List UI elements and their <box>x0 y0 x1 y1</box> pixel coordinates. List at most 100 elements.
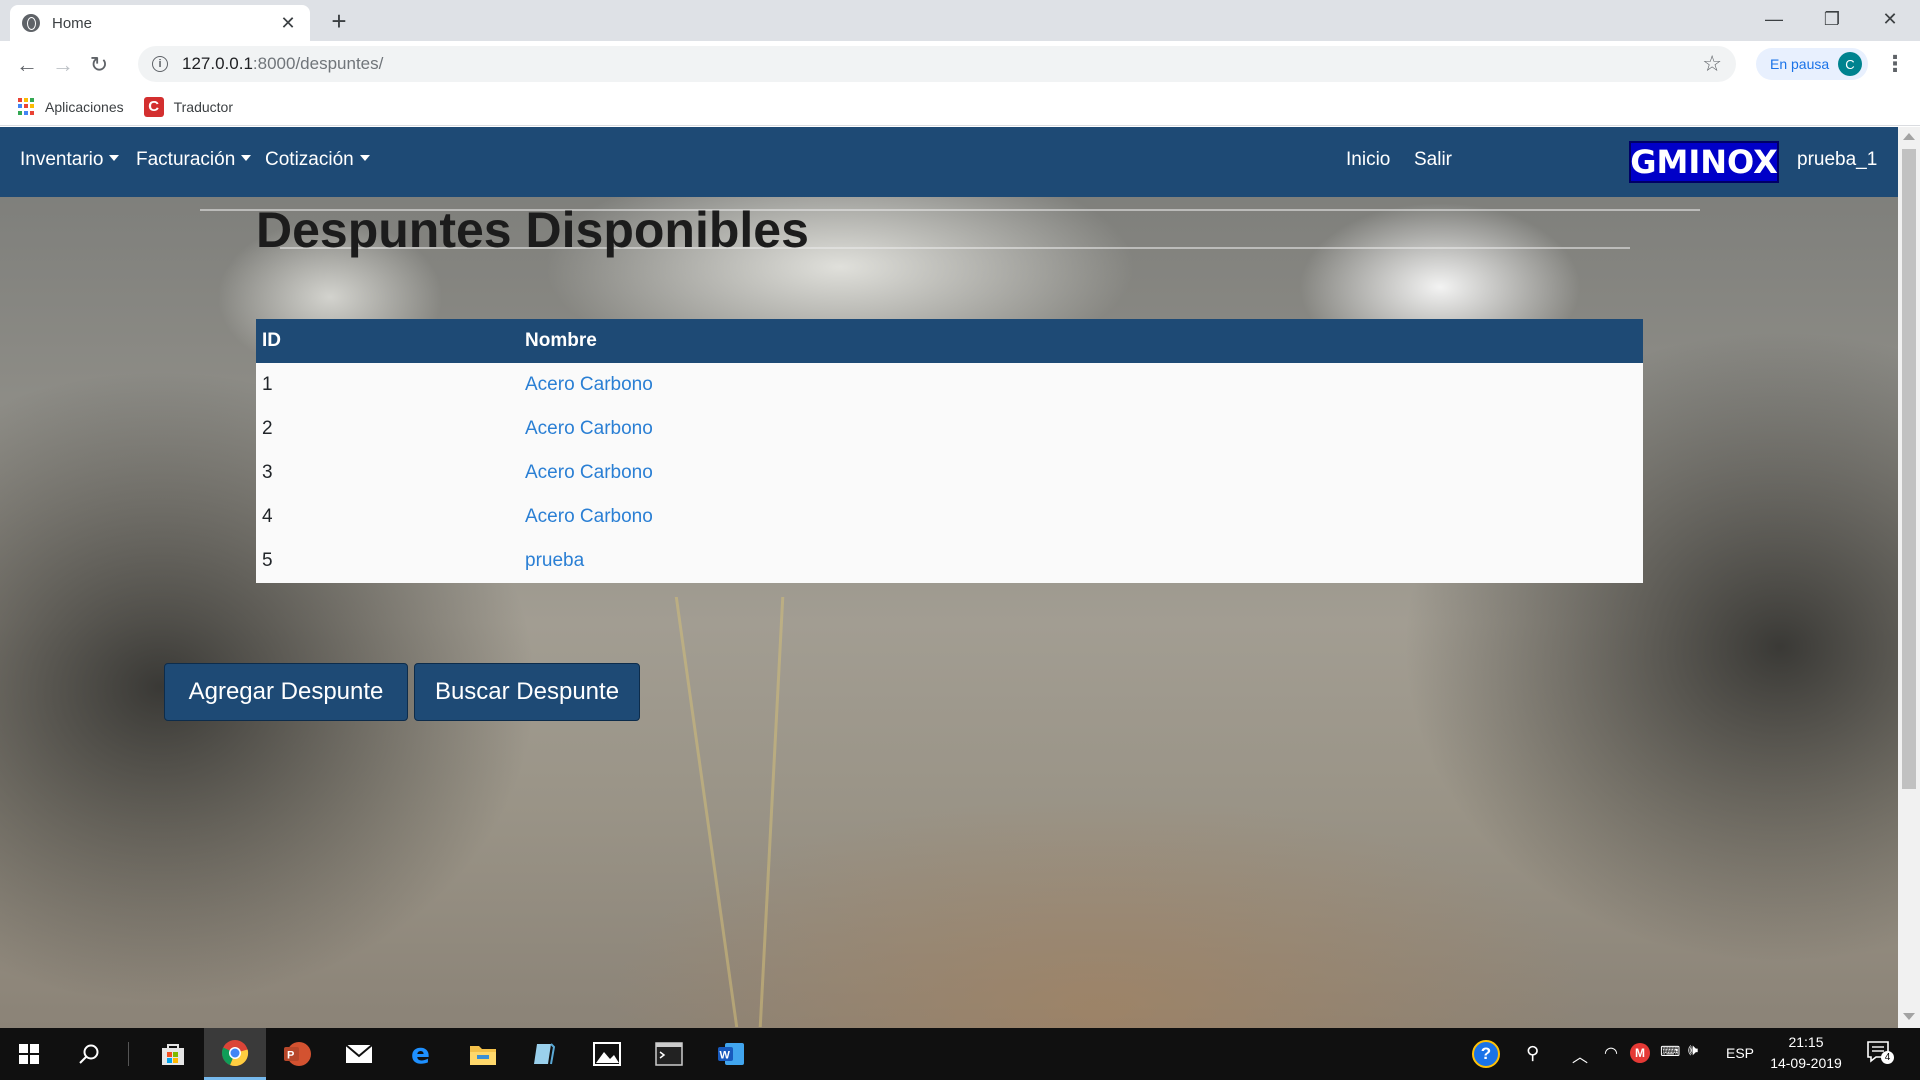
taskbar-chrome[interactable] <box>204 1028 266 1080</box>
forward-arrow-icon[interactable]: → <box>45 47 81 83</box>
taskbar-mail[interactable] <box>328 1028 390 1080</box>
despunte-link[interactable]: Acero Carbono <box>525 374 653 395</box>
menu-inventario[interactable]: Inventario <box>20 149 120 171</box>
input-method-icon[interactable]: ⌨ <box>1660 1043 1680 1060</box>
username-label[interactable]: prueba_1 <box>1797 149 1877 171</box>
browser-tabstrip: Home ✕ + — ❐ ✕ <box>0 0 1920 41</box>
search-taskbar-button[interactable] <box>58 1028 120 1080</box>
clock-time[interactable]: 21:15 <box>1766 1034 1846 1050</box>
volume-icon[interactable]: 🕪 <box>1688 1042 1698 1060</box>
wifi-icon[interactable]: ◠ <box>1604 1043 1618 1063</box>
taskbar-store[interactable] <box>142 1028 204 1080</box>
photos-icon <box>593 1042 621 1066</box>
taskbar-file-explorer[interactable] <box>452 1028 514 1080</box>
cell-nombre: Acero Carbono <box>519 451 1643 495</box>
cell-id: 3 <box>262 462 273 483</box>
bookmark-traductor[interactable]: C Traductor <box>143 96 233 117</box>
globe-icon <box>22 14 40 32</box>
bookmark-label: Traductor <box>173 98 233 115</box>
minimize-button[interactable]: — <box>1745 0 1803 38</box>
despunte-link[interactable]: Acero Carbono <box>525 506 653 527</box>
cell-nombre: Acero Carbono <box>519 363 1643 407</box>
despunte-link[interactable]: prueba <box>525 550 584 571</box>
close-window-button[interactable]: ✕ <box>1861 0 1919 38</box>
new-tab-button[interactable]: + <box>324 6 354 36</box>
taskbar-powerpoint[interactable]: P <box>266 1028 328 1080</box>
despunte-link[interactable]: Acero Carbono <box>525 418 653 439</box>
start-button[interactable] <box>0 1028 58 1080</box>
apps-grid-icon <box>18 97 36 116</box>
taskbar-terminal[interactable] <box>638 1028 700 1080</box>
scrollbar-thumb[interactable] <box>1902 149 1916 789</box>
cell-id: 2 <box>262 418 273 439</box>
bookmark-apps[interactable]: Aplicaciones <box>18 97 124 116</box>
url-path: :8000/despuntes/ <box>252 54 384 73</box>
despuntes-table: ID Nombre 1 Acero Carbono 2 Acero Carbon… <box>256 319 1643 583</box>
help-tray-icon[interactable]: ? <box>1472 1040 1500 1068</box>
terminal-icon <box>655 1042 683 1066</box>
browser-toolbar: ← → ↻ i 127.0.0.1:8000/despuntes/ ☆ En p… <box>0 41 1920 88</box>
cell-nombre: Acero Carbono <box>519 495 1643 539</box>
menu-cotizacion[interactable]: Cotización <box>265 149 370 171</box>
browser-menu-icon[interactable]: ⋮ <box>1884 51 1906 77</box>
column-header-id: ID <box>262 330 281 351</box>
page-scrollbar[interactable] <box>1898 127 1920 1028</box>
mail-icon <box>345 1044 373 1063</box>
bookmark-label: Aplicaciones <box>45 98 124 115</box>
table-row: 4 Acero Carbono <box>256 495 1643 539</box>
tab-title: Home <box>52 14 93 32</box>
search-despunte-button[interactable]: Buscar Despunte <box>414 663 640 721</box>
scroll-up-arrow-icon[interactable] <box>1903 133 1915 140</box>
svg-text:P: P <box>287 1050 294 1062</box>
windows-taskbar: P e W ? ⚲ ︿ ◠ M ⌨ 🕪 ESP 21:15 14-09-2019… <box>0 1028 1920 1080</box>
chevron-up-icon[interactable]: ︿ <box>1572 1043 1588 1067</box>
cell-id: 4 <box>262 506 273 527</box>
back-arrow-icon[interactable]: ← <box>9 47 45 83</box>
nav-link-inicio[interactable]: Inicio <box>1346 149 1390 171</box>
notification-center-icon[interactable]: 4 <box>1866 1040 1894 1064</box>
language-indicator[interactable]: ESP <box>1726 1045 1754 1061</box>
translator-icon: C <box>143 96 164 117</box>
cell-nombre: Acero Carbono <box>519 407 1643 451</box>
column-header-nombre: Nombre <box>525 330 597 351</box>
table-header-row: ID Nombre <box>256 319 1643 363</box>
brand-logo[interactable]: GMINOX <box>1629 141 1779 183</box>
tab-close-icon[interactable]: ✕ <box>278 13 298 34</box>
site-info-icon[interactable]: i <box>152 56 168 72</box>
antivirus-icon[interactable]: M <box>1630 1043 1650 1063</box>
chrome-icon <box>221 1039 249 1066</box>
url-host: 127.0.0.1 <box>182 54 253 73</box>
word-icon: W <box>718 1043 744 1065</box>
cell-nombre: prueba <box>519 539 1643 583</box>
despunte-link[interactable]: Acero Carbono <box>525 462 653 483</box>
taskbar-edge[interactable]: e <box>390 1028 452 1080</box>
browser-tab-home[interactable]: Home ✕ <box>10 5 310 41</box>
floor-line-decoration <box>674 597 739 1027</box>
despuntes-table-container: ID Nombre 1 Acero Carbono 2 Acero Carbon… <box>256 319 1643 583</box>
notification-count-badge: 4 <box>1881 1051 1894 1064</box>
site-navbar: Inventario Facturación Cotización Inicio… <box>0 127 1898 197</box>
taskbar-photos[interactable] <box>576 1028 638 1080</box>
add-despunte-button[interactable]: Agregar Despunte <box>164 663 408 721</box>
people-icon[interactable]: ⚲ <box>1526 1043 1539 1064</box>
profile-status-label: En pausa <box>1770 56 1830 72</box>
cell-id: 1 <box>262 374 273 395</box>
address-bar[interactable]: i 127.0.0.1:8000/despuntes/ ☆ <box>138 46 1736 82</box>
page-title: Despuntes Disponibles <box>256 202 809 258</box>
clock-date[interactable]: 14-09-2019 <box>1766 1055 1846 1071</box>
restore-button[interactable]: ❐ <box>1803 0 1861 38</box>
taskbar-app-blue[interactable] <box>514 1028 576 1080</box>
menu-facturacion[interactable]: Facturación <box>136 149 252 171</box>
svg-text:W: W <box>720 1050 731 1062</box>
bookmark-star-icon[interactable]: ☆ <box>1702 51 1722 77</box>
reload-icon[interactable]: ↻ <box>81 47 117 83</box>
taskbar-word[interactable]: W <box>700 1028 762 1080</box>
document-app-icon <box>534 1043 556 1065</box>
taskbar-divider <box>128 1042 129 1066</box>
menu-label: Cotización <box>265 149 354 170</box>
scroll-down-arrow-icon[interactable] <box>1903 1013 1915 1020</box>
nav-link-salir[interactable]: Salir <box>1414 149 1452 171</box>
caret-down-icon <box>241 155 252 161</box>
profile-status-chip[interactable]: En pausa C <box>1756 48 1868 80</box>
svg-text:e: e <box>411 1040 430 1068</box>
